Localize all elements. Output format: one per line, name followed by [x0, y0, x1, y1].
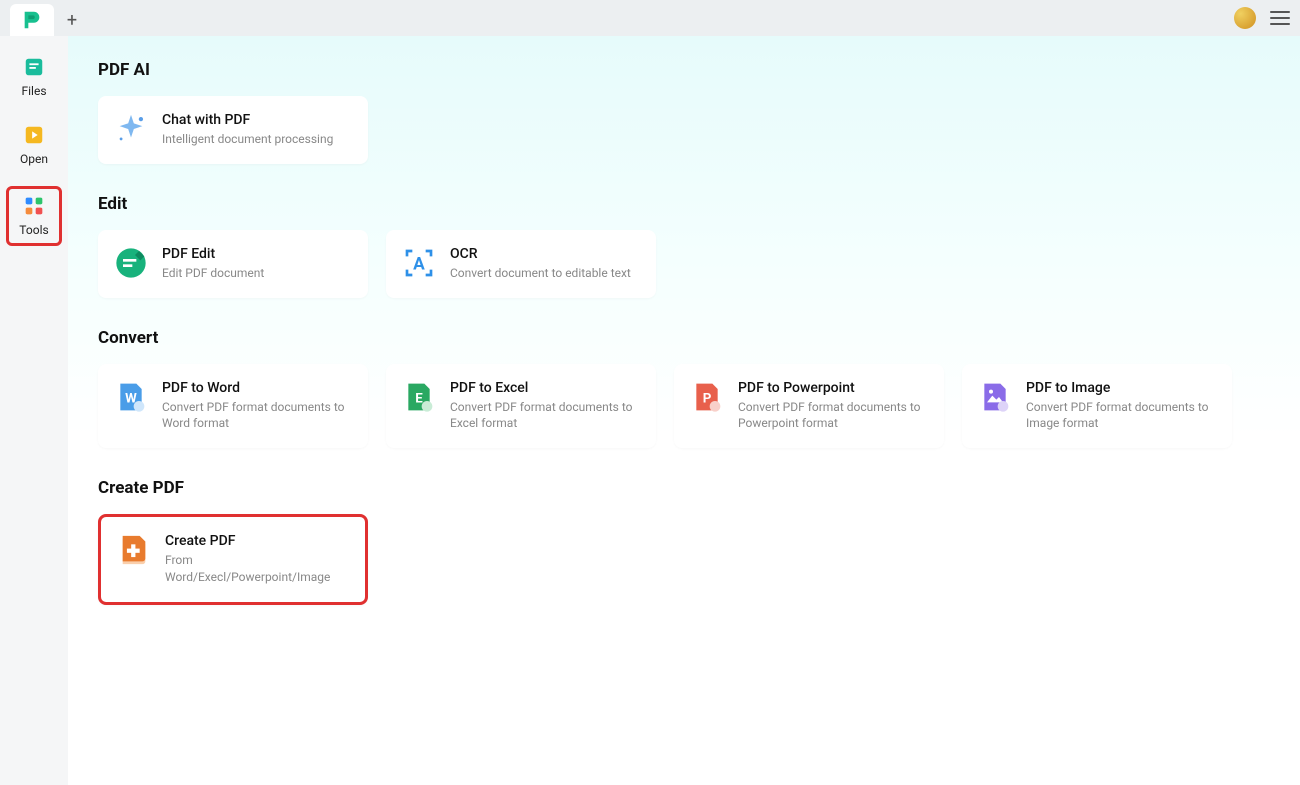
card-ocr[interactable]: A OCR Convert document to editable text — [386, 230, 656, 298]
card-desc: Convert document to editable text — [450, 265, 631, 282]
card-desc: Intelligent document processing — [162, 131, 333, 148]
section-title-pdfai: PDF AI — [98, 60, 1270, 80]
card-text: PDF to Powerpoint Convert PDF format doc… — [738, 380, 928, 433]
main-area: Files Open Tools PDF AI Chat with PDF — [0, 36, 1300, 785]
card-title: Create PDF — [165, 533, 349, 549]
card-desc: Edit PDF document — [162, 265, 264, 282]
card-pdf-to-powerpoint[interactable]: P PDF to Powerpoint Convert PDF format d… — [674, 364, 944, 449]
titlebar-left: + — [10, 0, 90, 36]
content-panel: PDF AI Chat with PDF Intelligent documen… — [68, 36, 1300, 785]
sparkle-icon — [114, 112, 148, 146]
card-desc: Convert PDF format documents to Excel fo… — [450, 399, 640, 433]
hamburger-menu-icon[interactable] — [1270, 8, 1290, 28]
user-avatar[interactable] — [1234, 7, 1256, 29]
card-pdf-to-word[interactable]: W PDF to Word Convert PDF format documen… — [98, 364, 368, 449]
card-text: PDF Edit Edit PDF document — [162, 246, 264, 282]
card-pdf-to-excel[interactable]: E PDF to Excel Convert PDF format docume… — [386, 364, 656, 449]
svg-text:E: E — [415, 391, 423, 406]
card-title: PDF to Word — [162, 380, 352, 396]
section-title-edit: Edit — [98, 194, 1270, 214]
sidebar-item-label: Files — [21, 84, 46, 98]
card-text: Chat with PDF Intelligent document proce… — [162, 112, 333, 148]
powerpoint-icon: P — [690, 380, 724, 414]
card-text: PDF to Word Convert PDF format documents… — [162, 380, 352, 433]
titlebar-right — [1234, 7, 1290, 29]
card-desc: Convert PDF format documents to Word for… — [162, 399, 352, 433]
card-row: Create PDF From Word/Execl/Powerpoint/Im… — [98, 514, 1270, 605]
pdf-edit-icon — [114, 246, 148, 280]
tools-icon — [23, 195, 45, 217]
card-title: Chat with PDF — [162, 112, 333, 128]
open-icon — [23, 124, 45, 146]
card-create-pdf[interactable]: Create PDF From Word/Execl/Powerpoint/Im… — [98, 514, 368, 605]
svg-text:A: A — [413, 254, 425, 274]
create-pdf-icon — [117, 533, 151, 567]
sidebar-item-open[interactable]: Open — [6, 118, 62, 172]
image-icon — [978, 380, 1012, 414]
card-title: PDF to Excel — [450, 380, 640, 396]
card-row: W PDF to Word Convert PDF format documen… — [98, 364, 1270, 449]
card-desc: From Word/Execl/Powerpoint/Image — [165, 552, 349, 586]
card-text: Create PDF From Word/Execl/Powerpoint/Im… — [165, 533, 349, 586]
ocr-icon: A — [402, 246, 436, 280]
titlebar: + — [0, 0, 1300, 36]
card-desc: Convert PDF format documents to Image fo… — [1026, 399, 1216, 433]
card-pdf-edit[interactable]: PDF Edit Edit PDF document — [98, 230, 368, 298]
card-pdf-to-image[interactable]: PDF to Image Convert PDF format document… — [962, 364, 1232, 449]
card-text: PDF to Excel Convert PDF format document… — [450, 380, 640, 433]
app-logo-icon — [21, 9, 43, 31]
card-text: PDF to Image Convert PDF format document… — [1026, 380, 1216, 433]
sidebar-item-label: Tools — [19, 223, 48, 237]
app-home-tab[interactable] — [10, 4, 54, 36]
section-title-convert: Convert — [98, 328, 1270, 348]
card-title: PDF to Powerpoint — [738, 380, 928, 396]
sidebar-item-tools[interactable]: Tools — [6, 186, 62, 246]
sidebar: Files Open Tools — [0, 36, 68, 785]
sidebar-item-label: Open — [20, 152, 48, 166]
card-chat-with-pdf[interactable]: Chat with PDF Intelligent document proce… — [98, 96, 368, 164]
card-row: Chat with PDF Intelligent document proce… — [98, 96, 1270, 164]
card-desc: Convert PDF format documents to Powerpoi… — [738, 399, 928, 433]
card-row: PDF Edit Edit PDF document A OCR Convert… — [98, 230, 1270, 298]
word-icon: W — [114, 380, 148, 414]
excel-icon: E — [402, 380, 436, 414]
card-text: OCR Convert document to editable text — [450, 246, 631, 282]
section-title-createpdf: Create PDF — [98, 478, 1270, 498]
card-title: OCR — [450, 246, 631, 262]
card-title: PDF Edit — [162, 246, 264, 262]
new-tab-button[interactable]: + — [54, 4, 90, 36]
card-title: PDF to Image — [1026, 380, 1216, 396]
sidebar-item-files[interactable]: Files — [6, 50, 62, 104]
files-icon — [23, 56, 45, 78]
